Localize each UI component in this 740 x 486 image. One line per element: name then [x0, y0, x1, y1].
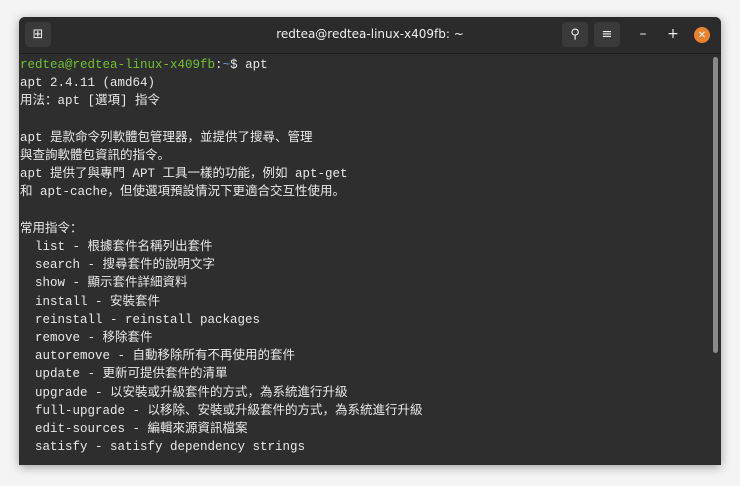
output-line: 與查詢軟體包資訊的指令。: [20, 149, 171, 163]
output-line: autoremove - 自動移除所有不再使用的套件: [20, 349, 296, 364]
scrollbar[interactable]: [713, 57, 718, 353]
output-line: reinstall - reinstall packages: [20, 312, 261, 327]
prompt-line: redtea@redtea-linux-x409fb:~$ apt: [20, 56, 709, 74]
output-line: search - 搜尋套件的說明文字: [20, 258, 216, 273]
terminal-output[interactable]: redtea@redtea-linux-x409fb:~$ apt apt 2.4…: [20, 56, 709, 456]
search-icon: ⚲: [570, 27, 580, 42]
prompt-command: apt: [245, 58, 268, 72]
prompt-symbol: $: [230, 58, 246, 72]
maximize-button[interactable]: +: [664, 26, 682, 42]
output-line: apt 提供了與專門 APT 工具一樣的功能，例如 apt-get: [20, 167, 348, 182]
menu-button[interactable]: ≡: [594, 22, 620, 47]
prompt-path: ~: [222, 58, 231, 72]
close-button[interactable]: ✕: [694, 27, 710, 43]
output-line: list - 根據套件名稱列出套件: [20, 240, 213, 254]
terminal-window: ⊞ redtea@redtea-linux-x409fb: ~ ⚲ ≡ – + …: [19, 17, 721, 465]
search-button[interactable]: ⚲: [562, 22, 588, 47]
output-line: update - 更新可提供套件的清單: [20, 367, 228, 382]
output-line: upgrade - 以安裝或升級套件的方式，為系統進行升級: [20, 385, 348, 400]
prompt-user-host: redtea@redtea-linux-x409fb: [20, 58, 216, 72]
output-line: install - 安裝套件: [20, 294, 161, 309]
output-line: full-upgrade - 以移除、安裝或升級套件的方式，為系統進行升級: [20, 403, 423, 418]
maximize-icon: +: [667, 26, 679, 42]
close-icon: ✕: [697, 29, 707, 41]
output-line: satisfy - satisfy dependency strings: [20, 440, 306, 455]
minimize-button[interactable]: –: [634, 26, 652, 42]
minimize-icon: –: [639, 26, 647, 42]
output-line: show - 顯示套件詳細資料: [20, 276, 188, 291]
output-line: edit-sources - 編輯來源資訊檔案: [20, 422, 248, 437]
output-line: apt 2.4.11 (amd64): [20, 76, 156, 91]
hamburger-icon: ≡: [601, 27, 613, 42]
header-bar: ⊞ redtea@redtea-linux-x409fb: ~ ⚲ ≡ – + …: [19, 17, 721, 54]
output-line: 用法：apt [選項] 指令: [20, 94, 161, 109]
prompt-separator: :: [215, 58, 223, 72]
output-line: remove - 移除套件: [20, 331, 153, 346]
output-line: 常用指令：: [20, 221, 83, 236]
output-line: 和 apt-cache，但使選項預設情況下更適合交互性使用。: [20, 185, 346, 200]
output-line: apt 是款命令列軟體包管理器，並提供了搜尋、管理: [20, 130, 313, 145]
